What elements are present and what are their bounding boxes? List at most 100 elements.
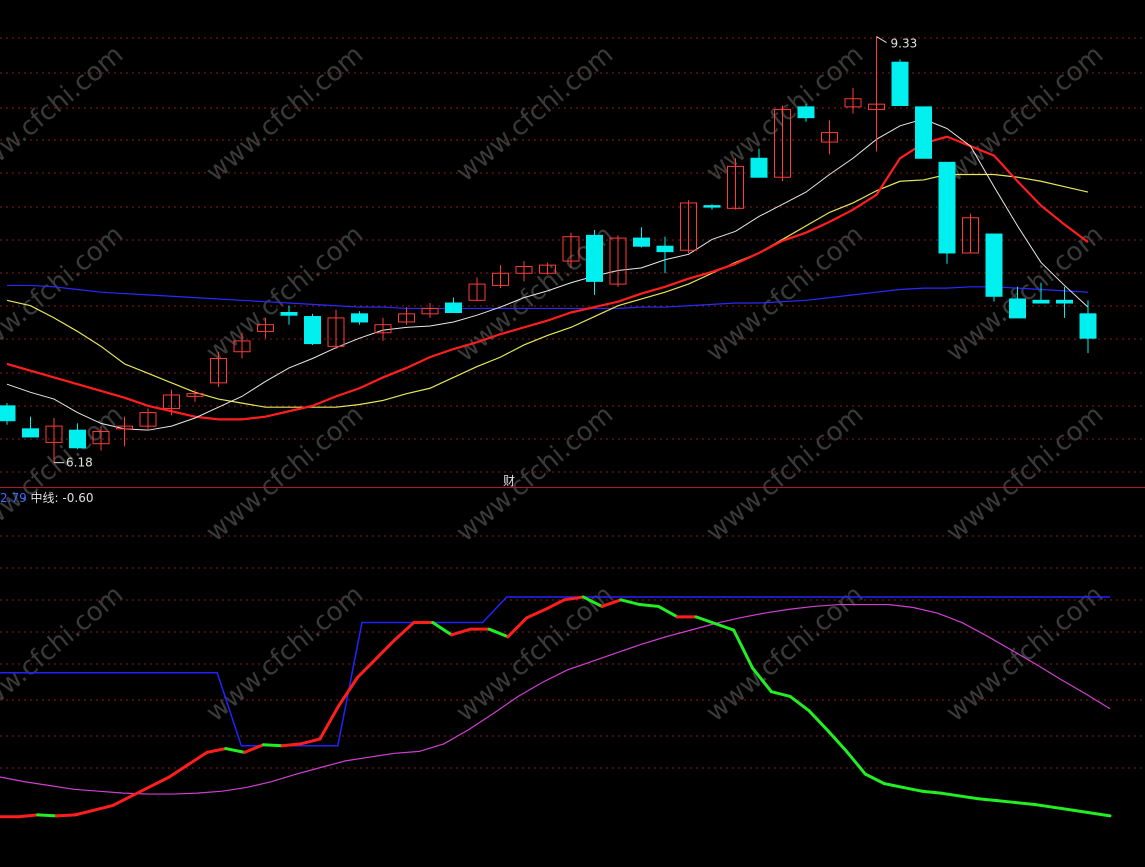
- main-line-segment: [205, 747, 228, 754]
- watermark-text: www.cfchi.com: [701, 220, 870, 368]
- indicator-title: 财: [503, 474, 516, 488]
- indicator-label-2: 中线:: [30, 491, 59, 505]
- watermark-text: www.cfchi.com: [941, 220, 1110, 368]
- main-line-segment: [54, 813, 77, 818]
- candle-body: [1032, 299, 1050, 304]
- indicator-value-1: 2.79: [0, 491, 27, 505]
- candle: [445, 297, 462, 313]
- main-line-segment: [431, 621, 454, 637]
- main-line-segment: [1033, 802, 1056, 809]
- high-price-label: 9.33: [891, 37, 918, 51]
- candle-body: [280, 311, 298, 316]
- candle-body: [750, 157, 768, 178]
- panel-divider: [0, 487, 1145, 488]
- main-line-segment: [318, 704, 341, 741]
- indicator-value-2: -0.60: [62, 491, 94, 505]
- candle: [938, 161, 956, 264]
- main-line-segment: [1014, 801, 1037, 806]
- candle: [703, 204, 721, 210]
- watermark-text: www.cfchi.com: [0, 40, 129, 188]
- main-line-segment: [826, 729, 849, 753]
- main-line-segment: [1052, 805, 1074, 812]
- main-line-segment: [525, 607, 548, 620]
- candle: [492, 265, 509, 289]
- watermark-text: www.cfchi.com: [941, 580, 1110, 728]
- main-line-segment: [224, 747, 247, 754]
- main-line-segment: [619, 598, 642, 607]
- candle-body: [797, 106, 815, 119]
- candle-body: [586, 234, 603, 282]
- watermark-text: www.cfchi.com: [201, 40, 370, 188]
- watermark-text: www.cfchi.com: [451, 40, 620, 188]
- candle: [398, 307, 415, 325]
- main-line-segment: [506, 616, 529, 639]
- candle: [586, 229, 603, 295]
- main-line-segment: [1070, 808, 1093, 815]
- main-line-segment: [732, 628, 755, 670]
- main-line-segment: [374, 638, 397, 661]
- watermark-text: www.cfchi.com: [701, 580, 870, 728]
- main-line-segment: [976, 797, 999, 803]
- watermark-text: www.cfchi.com: [201, 580, 370, 728]
- main-line-segment: [957, 794, 980, 801]
- candle-body: [69, 429, 86, 449]
- candle-body: [0, 405, 16, 422]
- candle-body: [445, 302, 462, 313]
- watermark-text: www.cfchi.com: [451, 400, 620, 548]
- stock-chart[interactable]: www.cfchi.com www.cfchi.com www.cfchi.com w…: [0, 0, 1145, 867]
- main-line-segment: [920, 789, 943, 795]
- main-line-segment: [901, 785, 924, 793]
- main-line-segment: [995, 799, 1018, 805]
- main-line-segment: [337, 676, 359, 708]
- candle: [633, 227, 650, 248]
- main-line-segment: [863, 772, 886, 786]
- watermark-text: www.cfchi.com: [701, 400, 870, 548]
- main-line-segment: [487, 627, 510, 639]
- watermark-text: www.cfchi.com: [0, 220, 129, 368]
- main-line-segment: [280, 742, 303, 748]
- candle: [680, 200, 697, 253]
- candle: [351, 311, 368, 325]
- candle-body: [703, 205, 721, 208]
- main-line-segment: [769, 690, 792, 698]
- candle-body: [938, 161, 956, 254]
- main-line-segment: [939, 791, 961, 798]
- main-line-segment: [656, 604, 679, 619]
- main-line-segment: [788, 694, 811, 713]
- main-line-segment: [167, 763, 190, 779]
- main-line-segment: [544, 598, 566, 611]
- main-line-segment: [393, 621, 416, 642]
- main-line-segment: [36, 813, 58, 818]
- main-line-segment: [111, 794, 134, 807]
- main-line-segment: [845, 749, 867, 776]
- candle: [962, 213, 979, 254]
- candle: [727, 158, 744, 210]
- high-arrow: [876, 36, 887, 43]
- main-line-segment: [882, 782, 905, 789]
- candle-body: [1056, 299, 1073, 304]
- watermark-text: www.cfchi.com: [941, 40, 1110, 188]
- candle-body: [891, 61, 909, 107]
- main-line-segment: [261, 743, 284, 748]
- candle: [891, 59, 909, 107]
- candle: [22, 416, 39, 438]
- candle-body: [351, 313, 368, 323]
- candle: [868, 36, 885, 152]
- candle: [139, 408, 157, 431]
- low-price-label: 6.18: [66, 456, 93, 470]
- indicator-legend: 2.79 中线: -0.60: [0, 489, 93, 506]
- watermark-text: www.cfchi.com: [701, 40, 870, 188]
- candle: [844, 87, 862, 114]
- candle: [421, 303, 439, 318]
- candle: [0, 403, 16, 425]
- main-line-segment: [92, 803, 115, 812]
- candle-body: [304, 316, 321, 345]
- candle-body: [1009, 298, 1026, 319]
- main-line-segment: [17, 813, 40, 819]
- candle-body: [985, 233, 1003, 297]
- candle: [821, 120, 838, 155]
- candle-body: [22, 428, 39, 438]
- main-line-segment: [73, 808, 96, 817]
- main-line-segment: [694, 615, 717, 625]
- main-line-segment: [149, 775, 171, 788]
